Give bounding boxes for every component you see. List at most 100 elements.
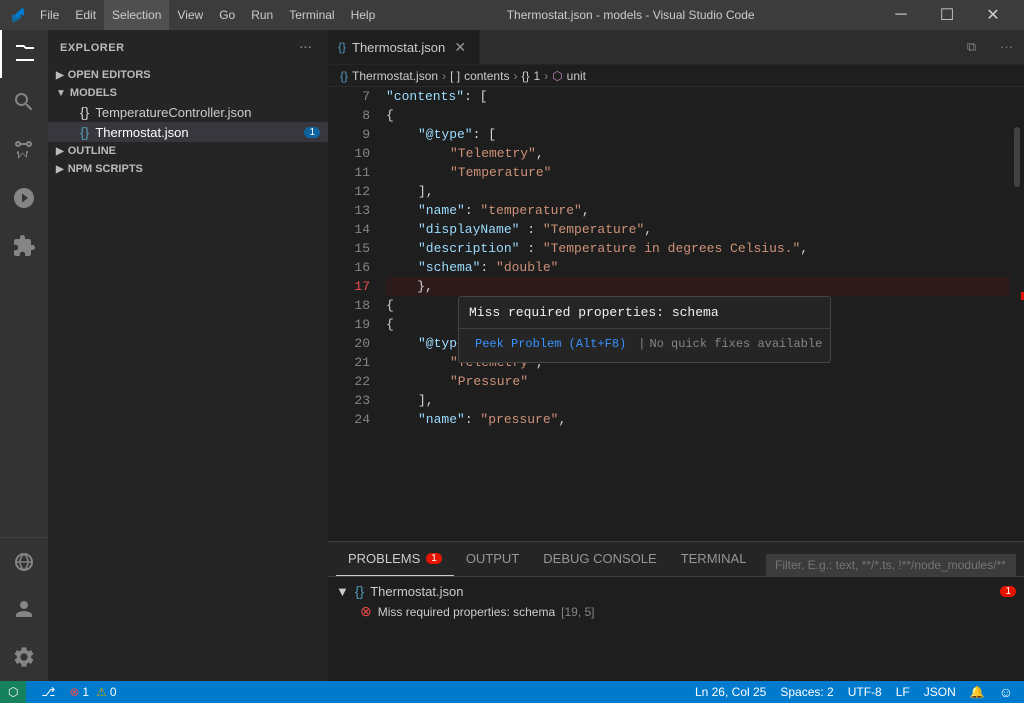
breadcrumb-file[interactable]: {} Thermostat.json [340, 69, 438, 83]
tab-label: Thermostat.json [352, 40, 445, 55]
menu-run[interactable]: Run [243, 0, 281, 30]
file-icon-tc: {} [80, 104, 89, 120]
panel-filter[interactable] [766, 554, 1016, 576]
models-label: MODELS [70, 87, 117, 99]
npm-scripts-label: NPM SCRIPTS [68, 163, 143, 175]
remote-button[interactable]: ⬡ [0, 681, 26, 703]
cursor-position[interactable]: Ln 26, Col 25 [692, 685, 769, 699]
models-header[interactable]: ▼ MODELS [48, 84, 328, 102]
panel-tab-terminal[interactable]: TERMINAL [669, 541, 759, 576]
activity-extensions[interactable] [0, 222, 48, 270]
open-editors-header[interactable]: ▶ OPEN EDITORS [48, 66, 328, 84]
file-badge-ts: 1 [304, 127, 320, 138]
encoding[interactable]: UTF-8 [845, 685, 885, 699]
split-editor-button[interactable]: ⧉ [954, 30, 989, 64]
problem-location: [19, 5] [561, 605, 594, 619]
panel-tabs: PROBLEMS 1 OUTPUT DEBUG CONSOLE TERMINAL [328, 542, 1024, 577]
panel-content: ▼ {} Thermostat.json 1 ⊗ Miss required p… [328, 577, 1024, 681]
file-temperature-controller[interactable]: {} TemperatureController.json [48, 102, 328, 122]
bell-icon: 🔔 [970, 685, 985, 699]
activity-explorer[interactable] [0, 30, 48, 78]
panel-tab-problems[interactable]: PROBLEMS 1 [336, 541, 454, 576]
panel-tab-output[interactable]: OUTPUT [454, 541, 531, 576]
encoding-label: UTF-8 [848, 685, 882, 699]
menu-go[interactable]: Go [211, 0, 243, 30]
breadcrumb-unit[interactable]: ⬡ unit [552, 69, 586, 83]
breadcrumb-1-icon: {} [521, 69, 529, 83]
panel-tab-debug-console[interactable]: DEBUG CONSOLE [531, 541, 668, 576]
window-title: Thermostat.json - models - Visual Studio… [383, 8, 878, 22]
breadcrumb-unit-icon: ⬡ [552, 69, 562, 83]
indentation[interactable]: Spaces: 2 [777, 685, 836, 699]
section-outline: ▶ OUTLINE [48, 142, 328, 160]
menu-terminal[interactable]: Terminal [281, 0, 342, 30]
warning-count: 0 [110, 685, 117, 699]
peek-problem-button[interactable]: Peek Problem (Alt+F8) [467, 333, 634, 356]
git-icon: ⎇ [41, 685, 55, 699]
activity-remote-explorer[interactable] [0, 537, 48, 585]
section-open-editors: ▶ OPEN EDITORS [48, 66, 328, 84]
activity-settings[interactable] [0, 633, 48, 681]
problem-item-1[interactable]: ⊗ Miss required properties: schema [19, … [328, 601, 1024, 622]
file-tree: ▶ OPEN EDITORS ▼ MODELS {} TemperatureCo… [48, 66, 328, 681]
line-ending[interactable]: LF [893, 685, 913, 699]
file-name-ts: Thermostat.json [95, 125, 188, 140]
file-icon-ts: {} [80, 124, 89, 140]
group-file-name: Thermostat.json [370, 584, 463, 599]
npm-scripts-chevron: ▶ [56, 164, 64, 175]
language-label: JSON [924, 685, 956, 699]
maximize-button[interactable]: ☐ [924, 0, 970, 30]
output-label: OUTPUT [466, 551, 519, 566]
problem-message: Miss required properties: schema [378, 605, 555, 619]
problems-label: PROBLEMS [348, 551, 420, 566]
code-line-7: "contents": [ [386, 87, 1010, 106]
minimize-button[interactable]: ─ [878, 0, 924, 30]
status-right: Ln 26, Col 25 Spaces: 2 UTF-8 LF JSON 🔔 … [692, 684, 1016, 700]
notifications-button[interactable]: 🔔 [967, 685, 988, 699]
language-mode[interactable]: JSON [921, 685, 959, 699]
hover-widget-actions: Peek Problem (Alt+F8) | No quick fixes a… [459, 328, 830, 362]
tab-close-button[interactable]: ✕ [451, 38, 469, 56]
file-thermostat[interactable]: {} Thermostat.json 1 [48, 122, 328, 142]
open-editors-label: OPEN EDITORS [68, 69, 151, 81]
filter-input[interactable] [766, 554, 1016, 576]
activity-source-control[interactable] [0, 126, 48, 174]
menu-view[interactable]: View [169, 0, 211, 30]
menu-file[interactable]: File [32, 0, 67, 30]
code-editor[interactable]: 7 8 9 10 11 12 13 14 15 16 17 18 19 20 2… [328, 87, 1024, 541]
npm-scripts-header[interactable]: ▶ NPM SCRIPTS [48, 160, 328, 178]
code-line-15: "description" : "Temperature in degrees … [386, 239, 1010, 258]
tabs-bar: {} Thermostat.json ✕ ⧉ ··· [328, 30, 1024, 65]
models-chevron: ▼ [56, 88, 66, 99]
sidebar-header-actions: ··· [296, 38, 316, 58]
breadcrumb-1[interactable]: {} 1 [521, 69, 540, 83]
editor-area: {} Thermostat.json ✕ ⧉ ··· {} Thermostat… [328, 30, 1024, 681]
git-branch[interactable]: ⎇ [38, 685, 58, 699]
problem-group-header[interactable]: ▼ {} Thermostat.json 1 [328, 581, 1024, 601]
errors-warnings[interactable]: ⊗ 1 ⚠ 0 [66, 685, 119, 699]
feedback-button[interactable]: ☺ [996, 684, 1016, 700]
file-name-tc: TemperatureController.json [95, 105, 251, 120]
code-line-10: "Telemetry", [386, 144, 1010, 163]
breadcrumb-file-icon: {} [340, 69, 348, 83]
breadcrumb-sep-2: › [513, 69, 517, 83]
menu-selection[interactable]: Selection [104, 0, 169, 30]
section-npm-scripts: ▶ NPM SCRIPTS [48, 160, 328, 178]
activity-accounts[interactable] [0, 585, 48, 633]
menu-edit[interactable]: Edit [67, 0, 104, 30]
open-editors-chevron: ▶ [56, 70, 64, 81]
more-actions-button[interactable]: ··· [989, 30, 1024, 64]
editor-scrollbar[interactable] [1010, 87, 1024, 541]
tab-thermostat[interactable]: {} Thermostat.json ✕ [328, 30, 480, 64]
error-x-icon: ⊗ [69, 685, 79, 699]
breadcrumb-contents[interactable]: [ ] contents [450, 69, 509, 83]
close-button[interactable]: ✕ [970, 0, 1016, 30]
outline-header[interactable]: ▶ OUTLINE [48, 142, 328, 160]
breadcrumb-1-label: 1 [533, 69, 540, 83]
code-content[interactable]: "contents": [ { "@type": [ "Telemetry", … [378, 87, 1010, 541]
activity-run-debug[interactable] [0, 174, 48, 222]
activity-search[interactable] [0, 78, 48, 126]
sidebar-more-actions[interactable]: ··· [296, 38, 316, 58]
menu-help[interactable]: Help [343, 0, 384, 30]
group-problem-count: 1 [1000, 586, 1016, 597]
